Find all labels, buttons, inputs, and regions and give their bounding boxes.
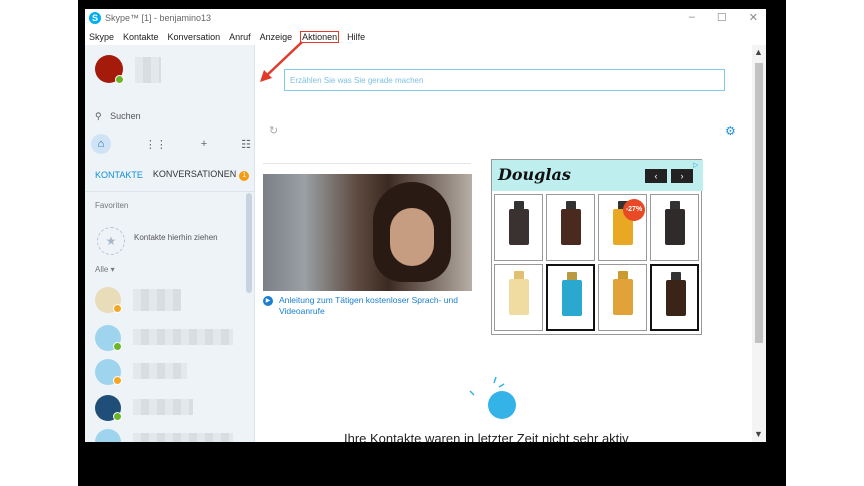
scroll-down-arrow-icon[interactable]: ▼ <box>754 429 763 439</box>
window-title: Skype™ [1] - benjamino13 <box>105 13 212 23</box>
empty-activity-text: Ihre Kontakte waren in letzter Zeit nich… <box>344 431 629 442</box>
online-status-icon <box>113 412 122 421</box>
close-button[interactable]: ✕ <box>749 11 758 24</box>
tab-conversations-label: KONVERSATIONEN <box>152 169 237 179</box>
refresh-icon[interactable]: ↻ <box>269 124 278 137</box>
ad-next-button[interactable]: › <box>671 169 693 183</box>
menu-hilfe[interactable]: Hilfe <box>347 32 365 42</box>
favorites-drop-text: Kontakte hierhin ziehen <box>134 233 218 242</box>
product-tile[interactable] <box>494 264 543 331</box>
chat-bubble-icon <box>488 391 516 419</box>
all-contacts-filter[interactable]: Alle ▾ <box>95 265 115 274</box>
tab-conversations[interactable]: KONVERSATIONEN 1 <box>152 169 250 181</box>
product-tile[interactable] <box>598 264 647 331</box>
title-bar: S Skype™ [1] - benjamino13 – ☐ ✕ <box>85 9 766 29</box>
contact-avatar[interactable] <box>95 429 121 442</box>
contact-name-blurred[interactable] <box>133 363 187 379</box>
online-status-icon <box>115 75 124 84</box>
divider <box>85 191 255 192</box>
nav-icons: ⌂ ⋮⋮ + ☷ <box>91 134 251 154</box>
main-scrollbar[interactable]: ▲ ▼ <box>752 45 766 442</box>
mood-message-input[interactable]: Erzählen Sie was Sie gerade machen <box>284 69 725 91</box>
maximize-button[interactable]: ☐ <box>717 11 727 24</box>
gear-icon[interactable]: ⚙ <box>725 124 736 138</box>
home-icon[interactable]: ⌂ <box>91 134 111 154</box>
scroll-up-arrow-icon[interactable]: ▲ <box>754 47 763 57</box>
sidebar-tabs: KONTAKTE KONVERSATIONEN 1 <box>95 169 250 181</box>
contact-card-icon[interactable]: ☷ <box>241 138 251 151</box>
ad-prev-button[interactable]: ‹ <box>645 169 667 183</box>
tutorial-video-thumbnail[interactable] <box>263 174 472 291</box>
product-tile[interactable] <box>546 194 595 261</box>
star-icon: ★ <box>97 227 125 255</box>
product-tile[interactable] <box>494 194 543 261</box>
away-status-icon <box>113 304 122 313</box>
sidebar-scrollbar[interactable] <box>246 193 252 293</box>
username-blurred <box>135 57 161 83</box>
product-grid: -27% <box>494 194 699 331</box>
person-face <box>390 208 434 266</box>
menu-kontakte[interactable]: Kontakte <box>123 32 159 42</box>
tutorial-video-link-text: Anleitung zum Tätigen kostenloser Sprach… <box>279 295 458 316</box>
away-status-icon <box>113 376 122 385</box>
search-button[interactable]: ⚲ Suchen <box>95 111 141 122</box>
douglas-ad[interactable]: Douglas ‹ › ▷ -27% <box>491 159 703 335</box>
main-panel: Erzählen Sie was Sie gerade machen ↻ ⚙ ▶… <box>256 45 766 442</box>
dialpad-icon[interactable]: ⋮⋮ <box>145 138 167 151</box>
minimize-button[interactable]: – <box>689 11 695 24</box>
contact-name-blurred[interactable] <box>133 329 233 345</box>
menu-konversation[interactable]: Konversation <box>168 32 221 42</box>
ad-header: Douglas ‹ › ▷ <box>492 160 703 191</box>
annotation-arrow-icon <box>260 41 303 82</box>
contact-name-blurred[interactable] <box>133 433 233 442</box>
online-status-icon <box>113 342 122 351</box>
divider <box>263 163 471 164</box>
tab-contacts[interactable]: KONTAKTE <box>95 170 143 180</box>
skype-logo-icon: S <box>89 12 101 24</box>
search-icon: ⚲ <box>95 111 102 121</box>
add-icon[interactable]: + <box>201 138 207 150</box>
play-icon: ▶ <box>263 296 273 306</box>
scroll-thumb[interactable] <box>755 63 763 343</box>
tutorial-video-link[interactable]: ▶ Anleitung zum Tätigen kostenloser Spra… <box>263 295 478 317</box>
product-tile[interactable] <box>650 194 699 261</box>
menu-anruf[interactable]: Anruf <box>229 32 251 42</box>
product-tile[interactable] <box>650 264 699 331</box>
douglas-logo: Douglas <box>498 165 571 184</box>
discount-badge: -27% <box>623 199 645 221</box>
menu-bar: Skype Kontakte Konversation Anruf Anzeig… <box>85 29 766 45</box>
sidebar: ⚲ Suchen ⌂ ⋮⋮ + ☷ KONTAKTE KONVERSATIONE… <box>85 45 255 442</box>
product-tile[interactable]: -27% <box>598 194 647 261</box>
conversations-badge: 1 <box>239 171 250 181</box>
menu-skype[interactable]: Skype <box>89 32 114 42</box>
contact-name-blurred[interactable] <box>133 399 193 415</box>
favorites-heading: Favoriten <box>95 201 129 210</box>
search-label: Suchen <box>110 111 141 121</box>
product-tile[interactable] <box>546 264 595 331</box>
contact-name-blurred[interactable] <box>133 289 181 311</box>
adchoices-icon[interactable]: ▷ <box>693 161 701 169</box>
skype-window: S Skype™ [1] - benjamino13 – ☐ ✕ Skype K… <box>85 9 766 442</box>
